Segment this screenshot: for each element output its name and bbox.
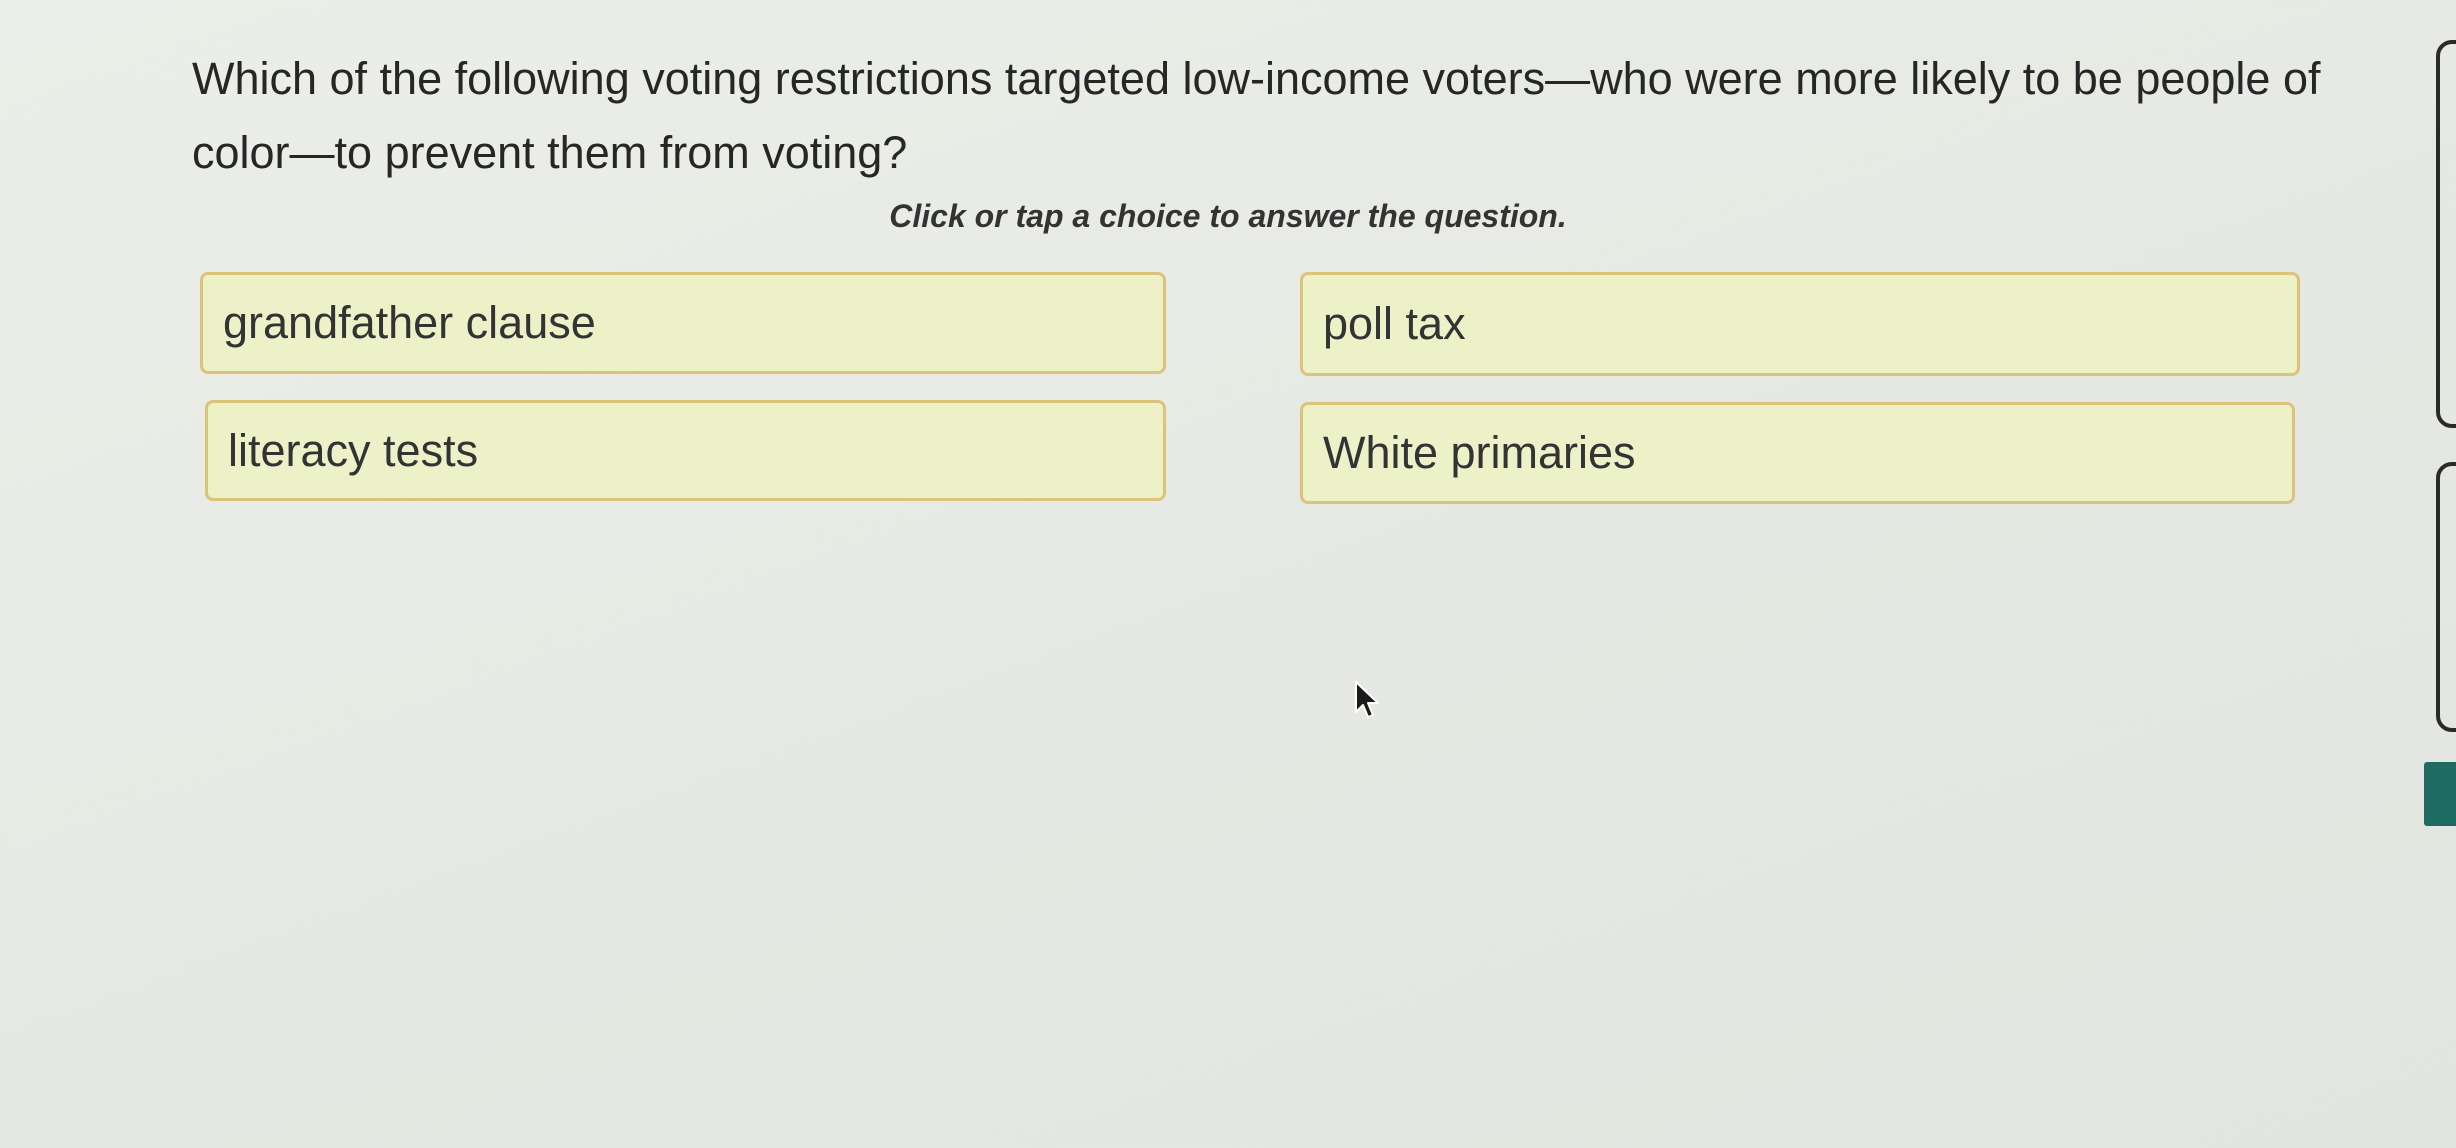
choice-poll-tax[interactable]: poll tax bbox=[1300, 272, 2300, 376]
choice-label: grandfather clause bbox=[223, 297, 596, 348]
choice-literacy-tests[interactable]: literacy tests bbox=[205, 400, 1166, 501]
choice-label: poll tax bbox=[1323, 298, 1466, 349]
choice-label: White primaries bbox=[1323, 427, 1636, 478]
choice-label: literacy tests bbox=[228, 424, 479, 476]
choice-white-primaries[interactable]: White primaries bbox=[1300, 402, 2295, 504]
instruction-text: Click or tap a choice to answer the ques… bbox=[889, 198, 1567, 234]
mouse-pointer-icon bbox=[1355, 681, 1379, 718]
side-panel-top[interactable] bbox=[2436, 40, 2456, 428]
choice-grandfather-clause[interactable]: grandfather clause bbox=[200, 272, 1166, 374]
side-panel-bottom[interactable] bbox=[2436, 462, 2456, 732]
question-text: Which of the following voting restrictio… bbox=[192, 53, 2321, 178]
side-tab-button[interactable] bbox=[2424, 762, 2456, 826]
